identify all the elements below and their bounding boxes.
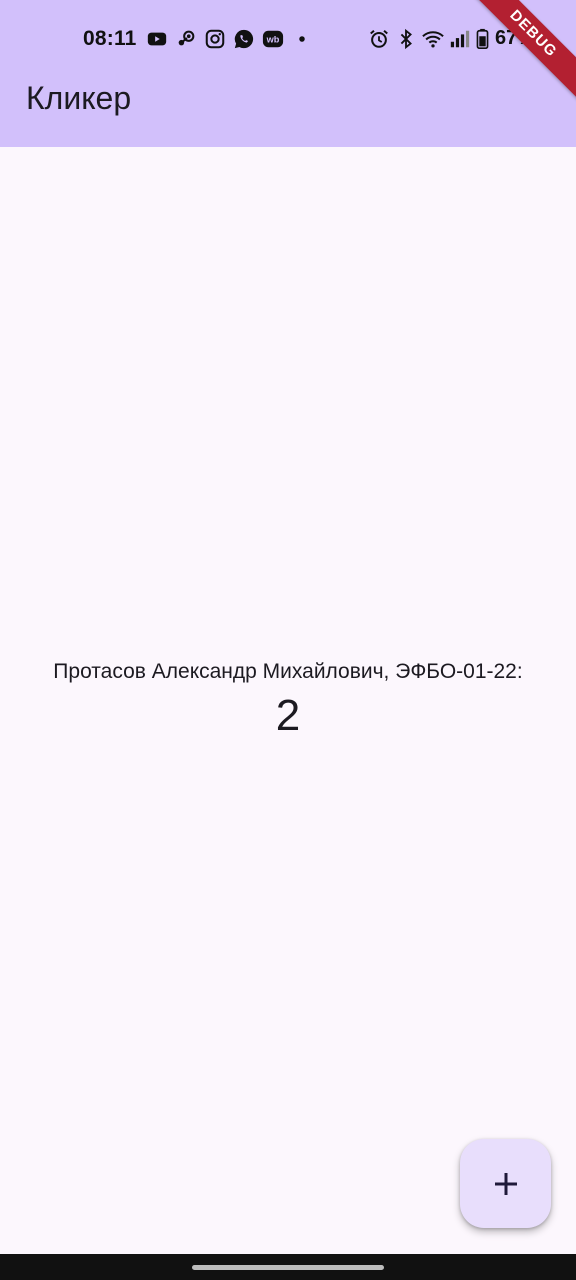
increment-fab-button[interactable] [460, 1139, 551, 1228]
wifi-icon [422, 30, 444, 48]
whatsapp-icon [234, 29, 254, 49]
app-bar: 08:11 wb 67% Кликер [0, 0, 576, 147]
dot-icon [299, 36, 305, 42]
plus-icon [494, 1172, 517, 1195]
counter-value: 2 [275, 691, 301, 740]
app-screen: 08:11 wb 67% Кликер DEBUG Протасов Алекс… [0, 0, 576, 1280]
bluetooth-icon [400, 28, 412, 49]
app-title: Кликер [26, 80, 132, 116]
battery-icon [476, 28, 489, 49]
counter-section: Протасов Александр Михайлович, ЭФБО-01-2… [0, 656, 576, 744]
gesture-handle[interactable] [192, 1265, 384, 1270]
status-bar: 08:11 wb 67% [0, 22, 576, 58]
instagram-icon [205, 29, 225, 49]
status-time: 08:11 [83, 27, 137, 50]
wb-icon: wb [262, 30, 284, 48]
signal-icon [450, 30, 470, 47]
youtube-icon [147, 32, 167, 46]
steam-icon [178, 30, 195, 46]
alarm-icon [370, 29, 388, 48]
svg-text:wb: wb [266, 35, 280, 45]
notification-icons: wb [146, 28, 313, 50]
counter-label: Протасов Александр Михайлович, ЭФБО-01-2… [53, 660, 523, 683]
